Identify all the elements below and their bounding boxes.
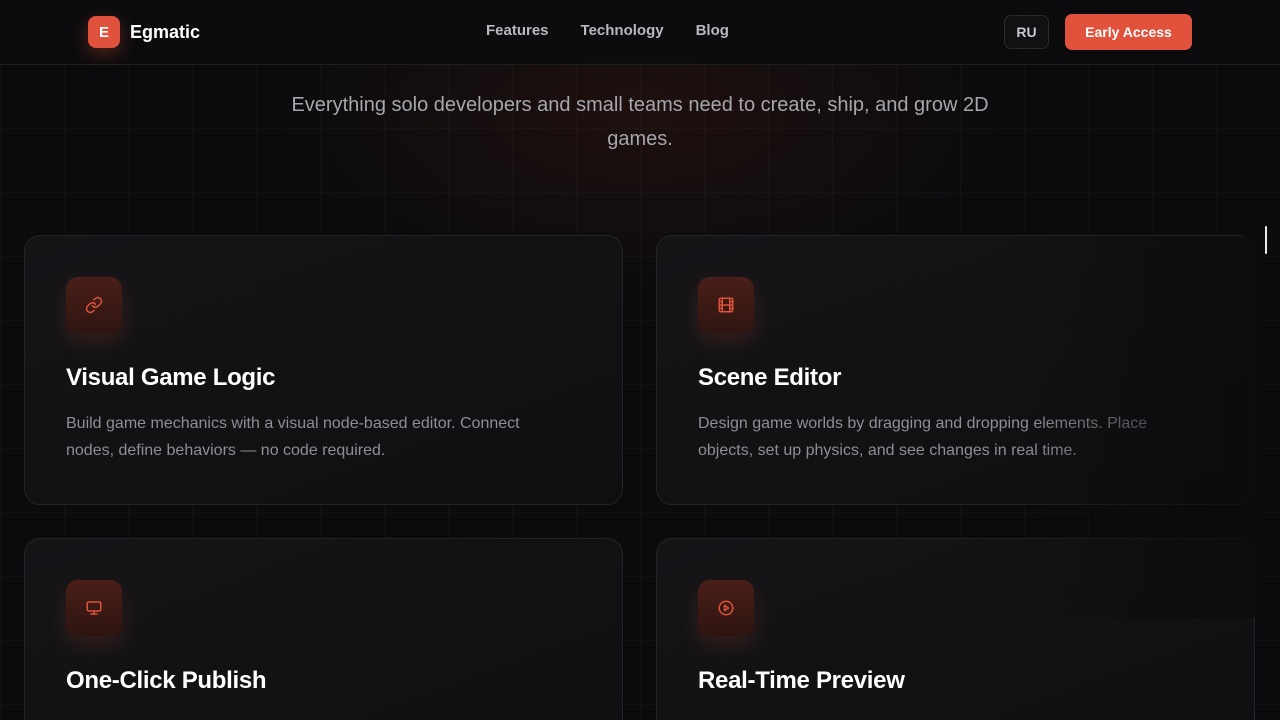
play-circle-icon — [698, 580, 754, 636]
brand-name: Egmatic — [130, 21, 201, 42]
feature-card-one-click-publish: One-Click Publish — [24, 538, 623, 720]
nav-technology[interactable]: Technology — [581, 22, 664, 39]
feature-card-scene-editor: Scene Editor Design game worlds by dragg… — [656, 235, 1255, 505]
feature-title: Visual Game Logic — [66, 364, 276, 391]
monitor-icon — [66, 580, 122, 636]
early-access-button[interactable]: Early Access — [1065, 14, 1192, 50]
feature-card-real-time-preview: Real-Time Preview — [656, 538, 1255, 720]
scroll-indicator[interactable] — [1265, 226, 1267, 254]
main-nav: Features Technology Blog — [486, 22, 729, 39]
feature-title: Scene Editor — [698, 364, 842, 391]
logo-link[interactable]: E Egmatic — [88, 16, 200, 48]
site-header: E Egmatic Features Technology Blog RU Ea… — [0, 0, 1280, 65]
link-icon — [66, 277, 122, 333]
feature-description: Build game mechanics with a visual node-… — [66, 415, 520, 459]
section-subtitle: Everything solo developers and small tea… — [291, 94, 989, 150]
feature-description: Design game worlds by dragging and dropp… — [698, 415, 1148, 459]
language-switch-button[interactable]: RU — [1004, 15, 1049, 49]
nav-features[interactable]: Features — [486, 22, 549, 39]
feature-title: Real-Time Preview — [698, 667, 905, 694]
feature-title: One-Click Publish — [66, 667, 267, 694]
logo-mark: E — [88, 16, 120, 48]
film-icon — [698, 277, 754, 333]
feature-card-visual-game-logic: Visual Game Logic Build game mechanics w… — [24, 235, 623, 505]
nav-blog[interactable]: Blog — [696, 22, 729, 39]
